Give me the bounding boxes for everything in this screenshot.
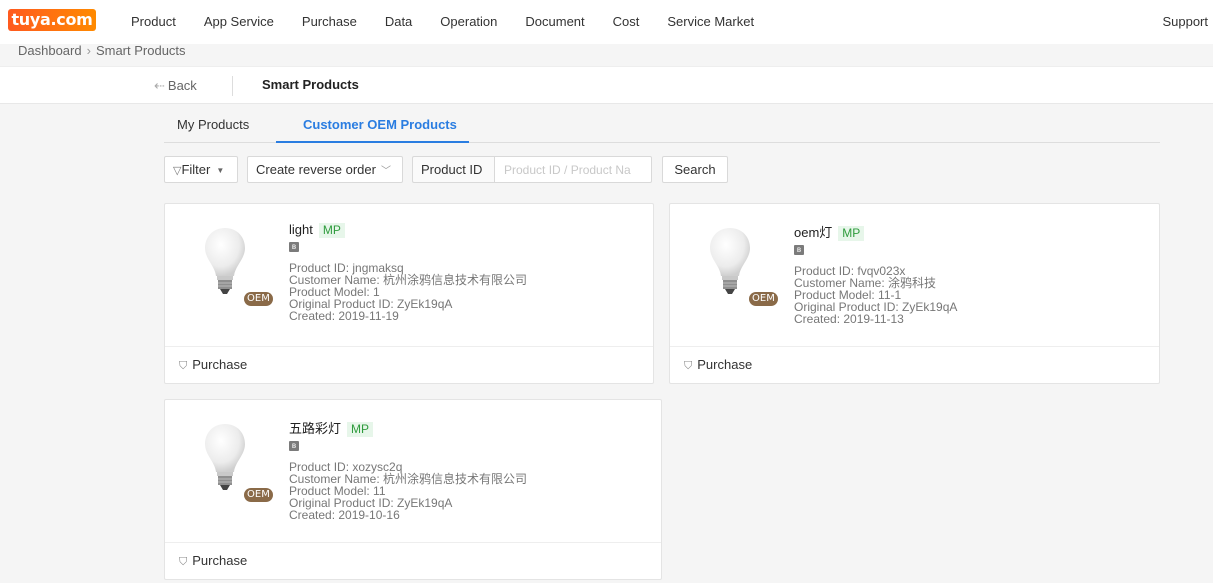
active-tab-indicator <box>276 141 469 143</box>
purchase-label: Purchase <box>192 357 248 372</box>
search-field-selector[interactable]: Product ID <box>412 156 494 183</box>
oem-badge: OEM <box>749 292 778 306</box>
cart-icon: ⛉ <box>179 556 188 568</box>
nav-app-service[interactable]: App Service <box>204 14 274 29</box>
chevron-down-icon: ﹀ <box>380 166 391 177</box>
reverse-order-label: Create reverse order <box>256 162 376 177</box>
support-link[interactable]: Support <box>1162 14 1208 29</box>
purchase-label: Purchase <box>192 553 248 568</box>
created-line: Created: 2019-11-13 <box>794 312 904 326</box>
product-card[interactable]: OEM 五路彩灯 MP ʙ Product ID: xozysc2q Custom… <box>164 399 662 580</box>
purchase-button[interactable]: ⛉ Purchase <box>179 357 247 373</box>
product-info: light MP ʙ Product ID: jngmaksq Customer … <box>289 222 527 322</box>
breadcrumb-dashboard[interactable]: Dashboard <box>18 43 82 58</box>
card-footer: ⛉ Purchase <box>165 346 653 383</box>
purchase-button[interactable]: ⛉ Purchase <box>684 357 752 373</box>
nav-cost[interactable]: Cost <box>613 14 640 29</box>
header-divider <box>232 76 233 96</box>
cart-icon: ⛉ <box>179 360 188 372</box>
product-tabs: My Products Customer OEM Products <box>164 105 1160 143</box>
oem-badge: OEM <box>244 292 273 306</box>
mp-badge: MP <box>347 422 374 437</box>
back-arrow-icon: ⇠ <box>154 78 165 93</box>
search-button[interactable]: Search <box>662 156 728 183</box>
nav-operation[interactable]: Operation <box>440 14 497 29</box>
back-label: Back <box>167 78 197 93</box>
search-input[interactable] <box>494 156 652 183</box>
product-name[interactable]: 五路彩灯 <box>289 421 341 436</box>
purchase-label: Purchase <box>697 357 753 372</box>
nav-purchase[interactable]: Purchase <box>302 14 357 29</box>
mp-badge: MP <box>318 223 345 238</box>
product-details: Product ID: jngmaksq Customer Name: 杭州涂鸦… <box>289 262 527 322</box>
bulb-image <box>708 226 752 296</box>
cart-icon: ⛉ <box>684 360 693 372</box>
caret-down-icon: ▼ <box>216 166 225 175</box>
card-footer: ⛉ Purchase <box>165 542 661 579</box>
tab-my-products[interactable]: My Products <box>177 117 249 132</box>
breadcrumb: Dashboard › Smart Products <box>18 43 186 58</box>
product-card[interactable]: OEM oem灯 MP ʙ Product ID: fvqv023x Custom… <box>669 203 1160 384</box>
nav-data[interactable]: Data <box>385 14 412 29</box>
tab-customer-oem-products[interactable]: Customer OEM Products <box>303 117 457 132</box>
mp-badge: MP <box>838 226 865 241</box>
bulb-image <box>203 422 247 492</box>
product-details: Product ID: xozysc2q Customer Name: 杭州涂鸦… <box>289 461 527 521</box>
card-body: OEM 五路彩灯 MP ʙ Product ID: xozysc2q Custom… <box>165 400 661 542</box>
page-title: Smart Products <box>262 77 359 92</box>
main-nav: Product App Service Purchase Data Operat… <box>131 14 782 29</box>
card-body: OEM light MP ʙ Product ID: jngmaksq Custo… <box>165 204 653 346</box>
back-button[interactable]: ⇠ Back <box>154 78 197 94</box>
nav-product[interactable]: Product <box>131 14 176 29</box>
breadcrumb-current: Smart Products <box>95 43 186 58</box>
product-card[interactable]: OEM light MP ʙ Product ID: jngmaksq Custo… <box>164 203 654 384</box>
filter-label: Filter <box>181 162 211 177</box>
purchase-button[interactable]: ⛉ Purchase <box>179 553 247 569</box>
filter-button[interactable]: ▽Filter ▼ <box>164 156 238 183</box>
card-body: OEM oem灯 MP ʙ Product ID: fvqv023x Custom… <box>670 204 1159 346</box>
bluetooth-icon: ʙ <box>794 245 804 255</box>
created-line: Created: 2019-10-16 <box>289 508 400 522</box>
tuya-logo[interactable]: tuya.com <box>8 9 96 31</box>
product-info: oem灯 MP ʙ Product ID: fvqv023x Customer N… <box>794 222 957 325</box>
product-details: Product ID: fvqv023x Customer Name: 涂鸦科技… <box>794 265 957 325</box>
product-name[interactable]: oem灯 <box>794 225 832 240</box>
nav-service-market[interactable]: Service Market <box>667 14 754 29</box>
bulb-image <box>203 226 247 296</box>
product-name[interactable]: light <box>289 222 313 237</box>
product-info: 五路彩灯 MP ʙ Product ID: xozysc2q Customer N… <box>289 418 527 521</box>
bluetooth-icon: ʙ <box>289 242 299 252</box>
bluetooth-icon: ʙ <box>289 441 299 451</box>
nav-document[interactable]: Document <box>525 14 584 29</box>
breadcrumb-separator: › <box>86 43 91 58</box>
created-line: Created: 2019-11-19 <box>289 309 399 323</box>
create-reverse-order-dropdown[interactable]: Create reverse order ﹀ <box>247 156 403 183</box>
top-nav-bar: tuya.com Product App Service Purchase Da… <box>0 0 1213 44</box>
page-header: ⇠ Back Smart Products <box>0 66 1213 104</box>
oem-badge: OEM <box>244 488 273 502</box>
card-footer: ⛉ Purchase <box>670 346 1159 383</box>
